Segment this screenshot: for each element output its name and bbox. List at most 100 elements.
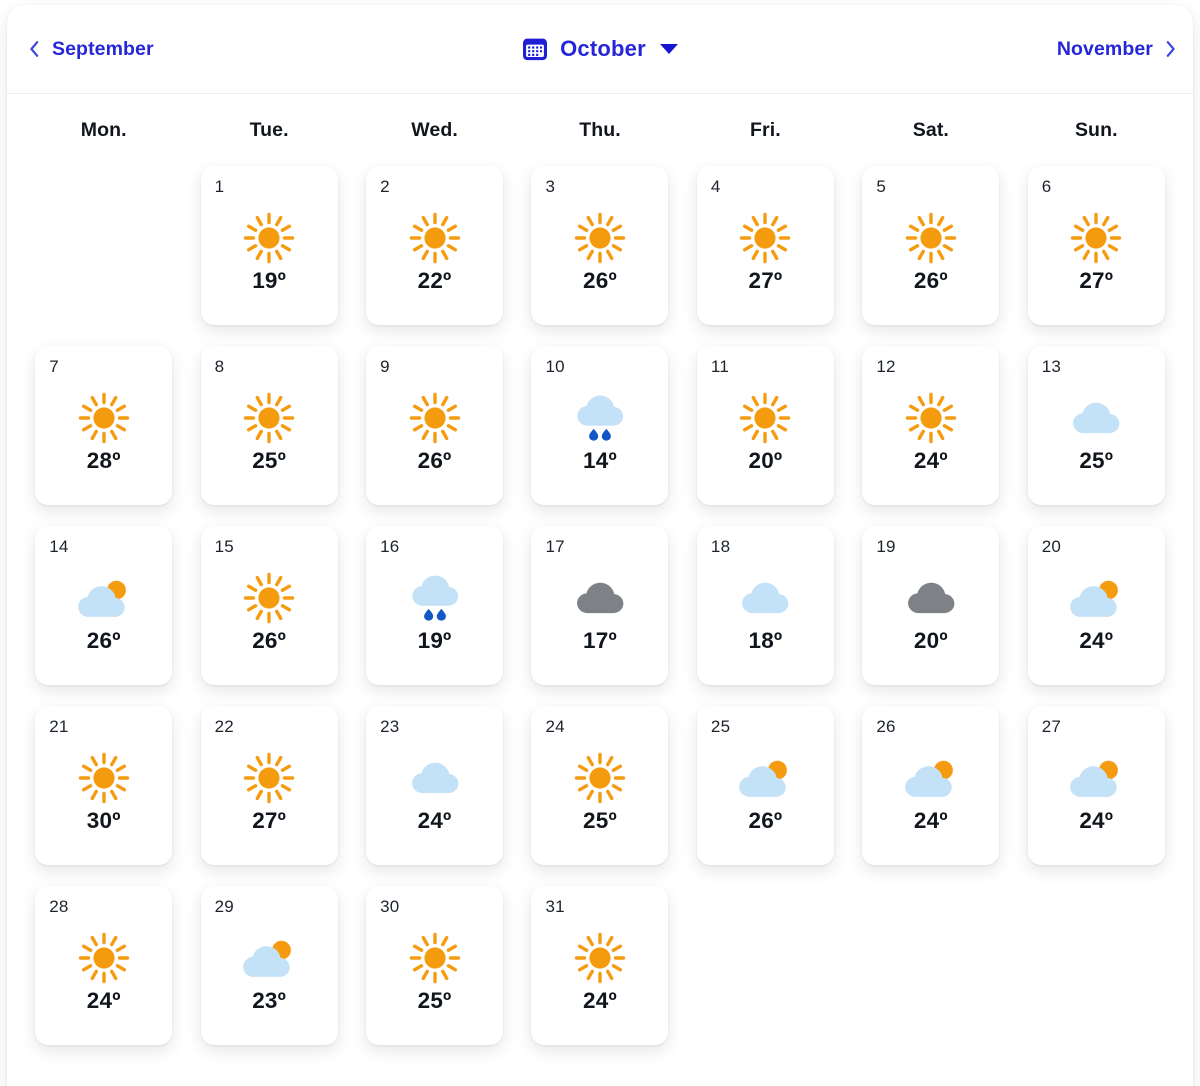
day-card[interactable]: 3124º <box>531 886 668 1045</box>
day-card[interactable]: 1426º <box>35 526 172 685</box>
day-cell: 1717º <box>517 526 682 706</box>
temperature-value: 19º <box>201 268 338 294</box>
day-card[interactable]: 2324º <box>366 706 503 865</box>
temperature-value: 24º <box>862 808 999 834</box>
day-card[interactable]: 728º <box>35 346 172 505</box>
month-selector[interactable]: October <box>522 36 678 62</box>
chevron-down-icon[interactable] <box>660 44 678 54</box>
day-cell: 2624º <box>848 706 1013 886</box>
day-card[interactable]: 2130º <box>35 706 172 865</box>
day-card[interactable]: 1224º <box>862 346 999 505</box>
sunny-icon <box>697 210 834 266</box>
calendar-icon <box>522 36 548 62</box>
day-number: 17 <box>545 537 564 557</box>
day-card[interactable]: 2923º <box>201 886 338 1045</box>
sunny-icon <box>35 930 172 986</box>
temperature-value: 27º <box>697 268 834 294</box>
weekday-label-0: Mon. <box>21 119 186 142</box>
day-card[interactable]: 2624º <box>862 706 999 865</box>
day-cell: 20 24º <box>1014 526 1179 706</box>
next-month-button[interactable]: November <box>1057 38 1177 61</box>
temperature-value: 28º <box>35 448 172 474</box>
day-cell: 1325º <box>1014 346 1179 526</box>
day-card[interactable]: 2425º <box>531 706 668 865</box>
previous-month-label: September <box>52 38 154 61</box>
day-card[interactable]: 1920º <box>862 526 999 685</box>
partly-cloudy-icon <box>1028 750 1165 806</box>
partly-cloudy-icon <box>201 930 338 986</box>
day-card[interactable]: 627º <box>1028 166 1165 325</box>
day-card[interactable]: 825º <box>201 346 338 505</box>
temperature-value: 24º <box>1028 808 1165 834</box>
empty-day-cell <box>848 886 1013 1066</box>
weekday-header-row: Mon.Tue.Wed.Thu.Fri.Sat.Sun. <box>7 94 1193 166</box>
day-card[interactable]: 2227º <box>201 706 338 865</box>
day-card[interactable]: 1619º <box>366 526 503 685</box>
day-cell: 1818º <box>683 526 848 706</box>
day-number: 5 <box>876 177 886 197</box>
day-card[interactable]: 1717º <box>531 526 668 685</box>
temperature-value: 27º <box>201 808 338 834</box>
temperature-value: 24º <box>35 988 172 1014</box>
weekday-label-2: Wed. <box>352 119 517 142</box>
day-card[interactable]: 926º <box>366 346 503 505</box>
partly-cloudy-icon <box>862 750 999 806</box>
previous-month-button[interactable]: September <box>28 38 154 61</box>
day-number: 8 <box>215 357 225 377</box>
day-number: 28 <box>49 897 68 917</box>
temperature-value: 25º <box>366 988 503 1014</box>
day-cell: 427º <box>683 166 848 346</box>
day-card[interactable]: 1325º <box>1028 346 1165 505</box>
day-cell: 2227º <box>186 706 351 886</box>
day-cell: 1014º <box>517 346 682 526</box>
temperature-value: 24º <box>1028 628 1165 654</box>
sunny-icon <box>201 390 338 446</box>
sunny-icon <box>366 390 503 446</box>
week-row: 1426º1526º1619º1717º1818º1920º 20 24º <box>21 526 1179 706</box>
cloudy-icon <box>366 750 503 806</box>
temperature-value: 26º <box>697 808 834 834</box>
day-card[interactable]: 20 24º <box>1028 526 1165 685</box>
day-card[interactable]: 222º <box>366 166 503 325</box>
day-card[interactable]: 11 20º <box>697 346 834 505</box>
day-card[interactable]: 119º <box>201 166 338 325</box>
weekday-label-3: Thu. <box>517 119 682 142</box>
day-card[interactable]: 1818º <box>697 526 834 685</box>
temperature-value: 18º <box>697 628 834 654</box>
day-card[interactable]: 3025º <box>366 886 503 1045</box>
partly-cloudy-icon <box>1028 570 1165 626</box>
calendar-grid: 119º222º326º427º526º627º728º825º926º1014… <box>7 166 1193 1066</box>
day-card[interactable]: 2724º <box>1028 706 1165 865</box>
day-cell: 1224º <box>848 346 1013 526</box>
day-cell: 2923º <box>186 886 351 1066</box>
temperature-value: 27º <box>1028 268 1165 294</box>
day-cell: 627º <box>1014 166 1179 346</box>
day-card[interactable]: 1526º <box>201 526 338 685</box>
temperature-value: 26º <box>862 268 999 294</box>
sunny-icon <box>201 210 338 266</box>
cloudy-icon <box>697 570 834 626</box>
week-row: 2130º2227º2324º2425º2526º2624º2724º <box>21 706 1179 886</box>
sunny-icon <box>366 930 503 986</box>
temperature-value: 22º <box>366 268 503 294</box>
day-cell: 728º <box>21 346 186 526</box>
day-card[interactable]: 5 26º <box>862 166 999 325</box>
day-cell: 2324º <box>352 706 517 886</box>
weekday-label-5: Sat. <box>848 119 1013 142</box>
day-number: 9 <box>380 357 390 377</box>
day-card[interactable]: 427º <box>697 166 834 325</box>
day-card[interactable]: 1014º <box>531 346 668 505</box>
day-card[interactable]: 28 24º <box>35 886 172 1045</box>
day-number: 13 <box>1042 357 1061 377</box>
empty-day-cell <box>683 886 848 1066</box>
day-card[interactable]: 326º <box>531 166 668 325</box>
day-number: 11 <box>711 357 729 377</box>
day-card[interactable]: 2526º <box>697 706 834 865</box>
day-number: 20 <box>1042 537 1061 557</box>
temperature-value: 20º <box>697 448 834 474</box>
temperature-value: 26º <box>201 628 338 654</box>
week-row: 728º825º926º1014º 11 20º 1224º1325º <box>21 346 1179 526</box>
sunny-icon <box>531 210 668 266</box>
sunny-icon <box>531 750 668 806</box>
day-cell: 2130º <box>21 706 186 886</box>
